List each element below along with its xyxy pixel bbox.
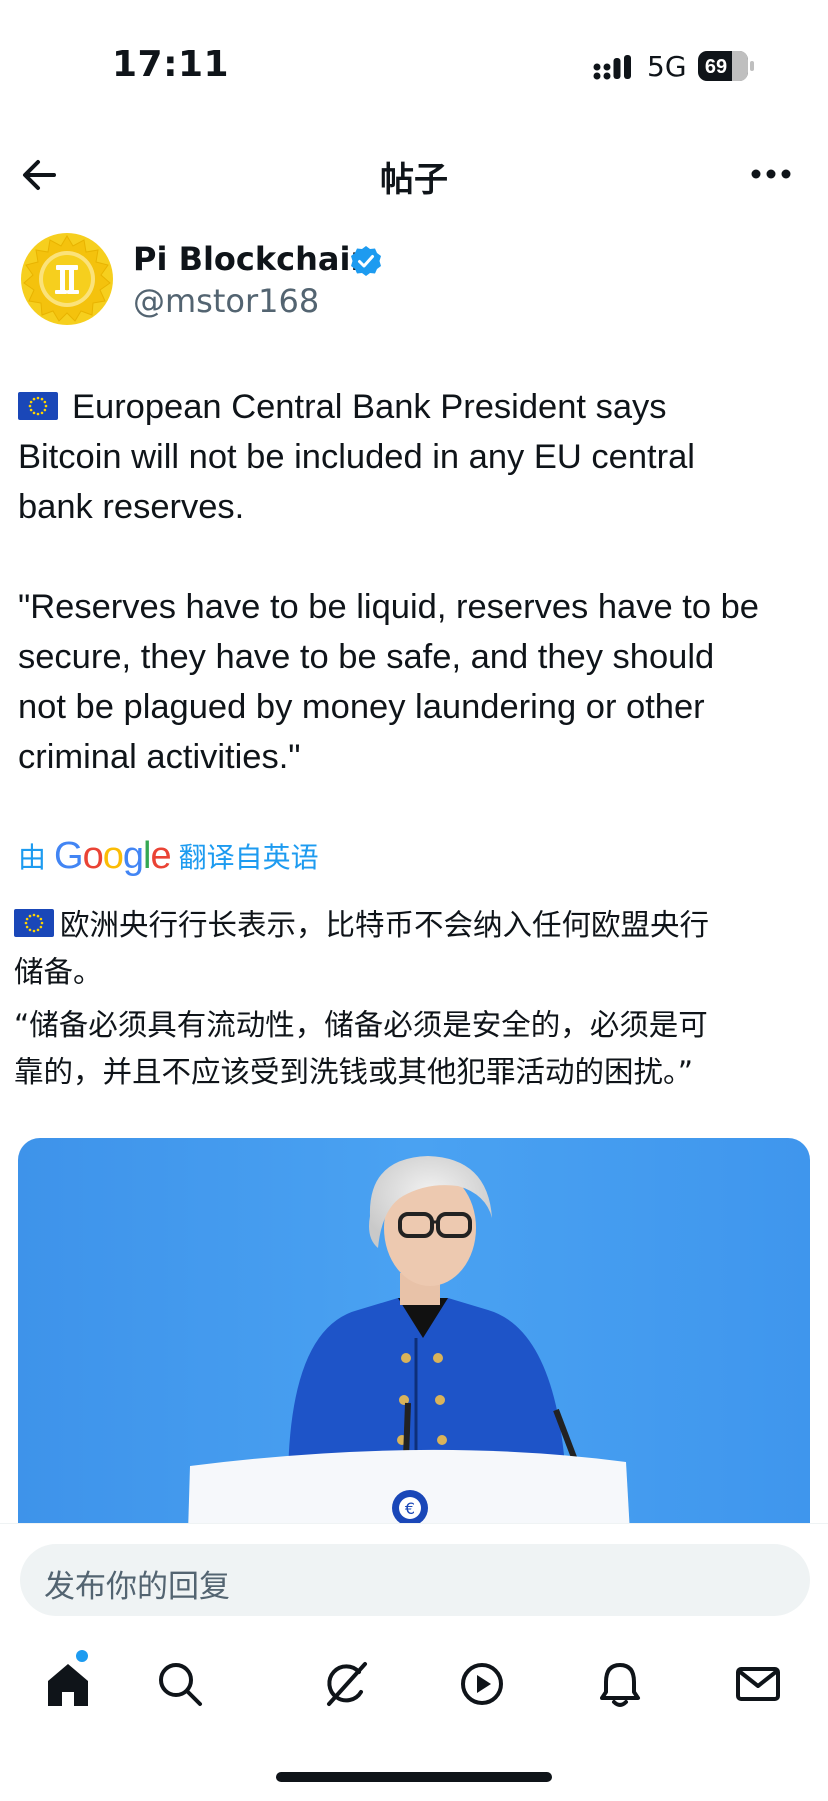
post-author: Pi Blockchain @mstor168 (20, 232, 800, 332)
post-line: European Central Bank President says (18, 382, 818, 432)
notification-dot (76, 1650, 88, 1662)
eu-flag-icon (18, 392, 58, 420)
page-title: 帖子 (380, 160, 448, 200)
svg-text:€: € (405, 1499, 415, 1518)
translation-suffix: 翻译自英语 (178, 841, 319, 874)
translated-line-4: 靠的，并且不应该受到洗钱或其他犯罪活动的困扰。” (14, 1055, 694, 1089)
post-image[interactable]: € (18, 1138, 810, 1533)
grok-icon (327, 1662, 367, 1706)
reply-input[interactable]: 发布你的回复 (20, 1544, 810, 1616)
translation-prefix: 由 (18, 841, 47, 874)
bottom-panel: 发布你的回复 (0, 1523, 828, 1801)
translated-line-2: 储备。 (14, 955, 103, 989)
tab-notifications[interactable] (590, 1654, 650, 1714)
play-icon (461, 1663, 503, 1705)
translated-line-1: 欧洲央行行长表示，比特币不会纳入任何欧盟央行 (60, 908, 710, 942)
tab-video[interactable] (452, 1654, 512, 1714)
translation-attribution[interactable]: 由 Google 翻译自英语 (18, 834, 319, 877)
author-handle[interactable]: @mstor168 (133, 282, 319, 320)
battery-level: 69 (705, 56, 727, 78)
cellular-signal-icon (593, 55, 631, 80)
quote-line-3: not be plagued by money laundering or ot… (18, 688, 705, 726)
post-line-3: bank reserves. (18, 488, 245, 526)
search-icon (159, 1663, 202, 1706)
top-nav: 帖子 (0, 140, 828, 208)
more-options-icon[interactable] (746, 154, 796, 194)
translated-line-3: “储备必须具有流动性，储备必须是安全的，必须是可 (14, 1008, 708, 1042)
status-bar: 17:11 5G 69 (0, 0, 828, 120)
translated-text: 欧洲央行行长表示，比特币不会纳入任何欧盟央行 储备。 “储备必须具有流动性，储备… (14, 902, 814, 1096)
eu-flag-icon (14, 909, 54, 937)
tab-messages[interactable] (728, 1654, 788, 1714)
battery-icon: 69 (698, 51, 754, 81)
google-logo: Google (54, 834, 172, 877)
mail-icon (736, 1667, 780, 1701)
avatar[interactable] (20, 232, 114, 326)
translated-para-1: 欧洲央行行长表示，比特币不会纳入任何欧盟央行 (14, 902, 814, 949)
tab-home[interactable] (38, 1650, 98, 1714)
tab-grok[interactable] (315, 1654, 375, 1714)
bell-icon (600, 1663, 640, 1707)
quote-line-4: criminal activities." (18, 738, 301, 776)
post-line-1: European Central Bank President says (72, 388, 667, 426)
post-text: European Central Bank President says Bit… (18, 382, 818, 782)
home-indicator (276, 1772, 552, 1782)
tab-search[interactable] (150, 1654, 210, 1714)
tab-bar (0, 1650, 828, 1734)
status-time: 17:11 (112, 44, 230, 85)
verified-badge-icon (351, 246, 381, 276)
quote-line-2: secure, they have to be safe, and they s… (18, 638, 715, 676)
reply-placeholder: 发布你的回复 (44, 1569, 230, 1605)
author-name[interactable]: Pi Blockchain (133, 240, 373, 278)
quote-line-1: "Reserves have to be liquid, reserves ha… (18, 588, 759, 626)
home-icon (48, 1664, 88, 1706)
post-line-2: Bitcoin will not be included in any EU c… (18, 438, 695, 476)
network-type: 5G (647, 50, 687, 83)
